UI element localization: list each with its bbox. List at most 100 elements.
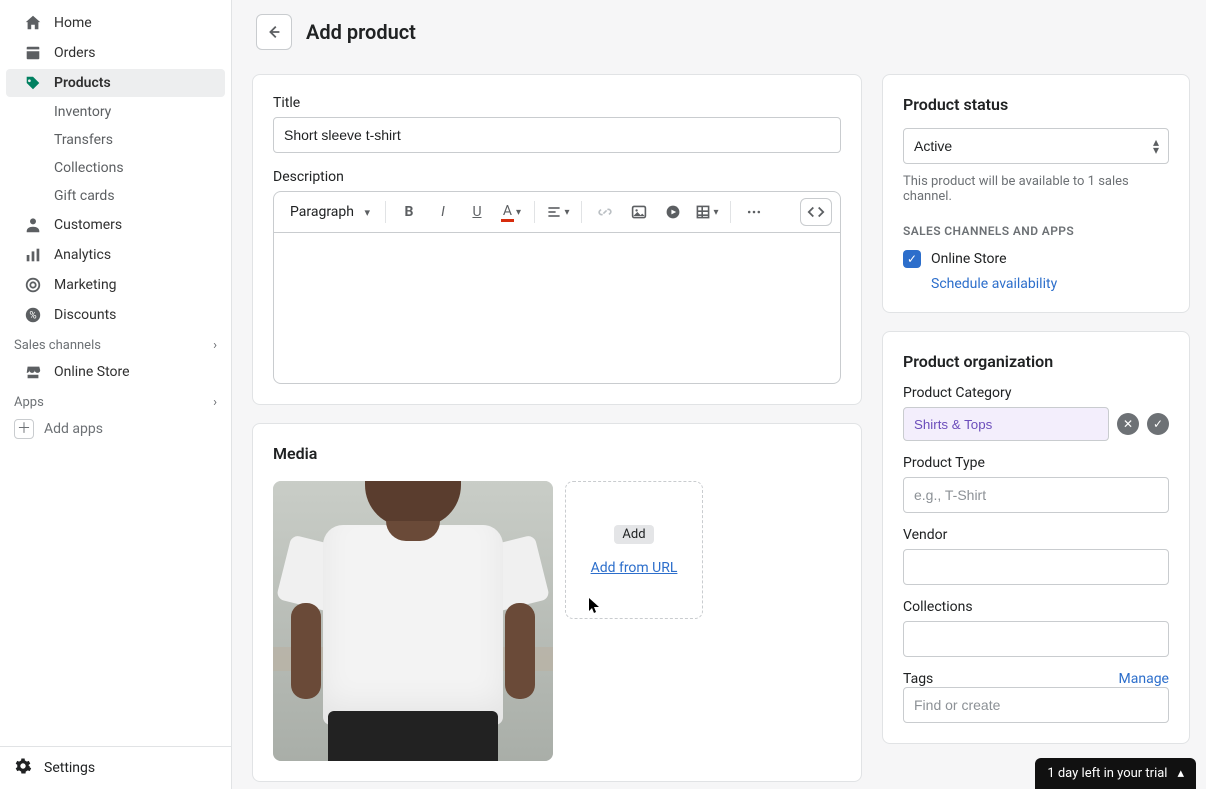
nav-label: Home — [54, 15, 92, 31]
nav-home[interactable]: Home — [6, 9, 225, 37]
nav-sub-collections[interactable]: Collections — [6, 155, 225, 181]
apps-header[interactable]: Apps › — [0, 387, 231, 414]
media-thumbnail[interactable] — [273, 481, 553, 761]
link-icon — [597, 204, 613, 220]
channels-heading: SALES CHANNELS AND APPS — [903, 224, 1169, 238]
add-from-url-link[interactable]: Add from URL — [591, 560, 678, 576]
chevron-up-icon: ▴ — [1177, 766, 1184, 781]
nav-online-store[interactable]: Online Store — [6, 358, 225, 386]
clear-category-button[interactable]: ✕ — [1117, 413, 1139, 435]
trial-toast[interactable]: 1 day left in your trial ▴ — [1035, 758, 1196, 789]
more-button[interactable] — [740, 198, 768, 226]
schedule-availability-link[interactable]: Schedule availability — [931, 276, 1057, 292]
nav-customers[interactable]: Customers — [6, 211, 225, 239]
align-button[interactable]: ▾ — [544, 198, 572, 226]
channel-online-store-row[interactable]: ✓ Online Store — [903, 250, 1169, 268]
marketing-icon — [24, 276, 42, 294]
separator — [581, 201, 582, 223]
status-select[interactable] — [903, 128, 1169, 164]
channel-label: Online Store — [931, 251, 1007, 267]
apps-label: Apps — [14, 395, 44, 410]
plus-icon: ＋ — [14, 419, 34, 439]
sales-channels-label: Sales channels — [14, 338, 101, 353]
code-icon — [807, 205, 825, 219]
category-input[interactable] — [903, 407, 1109, 441]
vendor-label: Vendor — [903, 527, 1169, 543]
add-apps-button[interactable]: ＋ Add apps — [0, 414, 231, 444]
tags-input[interactable] — [903, 687, 1169, 723]
description-label: Description — [273, 169, 841, 185]
confirm-category-button[interactable]: ✓ — [1147, 413, 1169, 435]
sales-channels-header[interactable]: Sales channels › — [0, 330, 231, 357]
back-button[interactable] — [256, 14, 292, 50]
nav-sub-giftcards[interactable]: Gift cards — [6, 183, 225, 209]
gear-icon — [14, 757, 32, 779]
status-heading: Product status — [903, 95, 1169, 114]
chevron-right-icon: › — [213, 395, 217, 410]
products-icon — [24, 74, 42, 92]
vendor-input[interactable] — [903, 549, 1169, 585]
nav-marketing[interactable]: Marketing — [6, 271, 225, 299]
description-editor[interactable] — [273, 232, 841, 384]
table-button[interactable]: ▾ — [693, 198, 721, 226]
collections-label: Collections — [903, 599, 1169, 615]
nav-label: Products — [54, 75, 111, 91]
align-left-icon — [546, 204, 562, 220]
italic-button[interactable]: I — [429, 198, 457, 226]
nav-analytics[interactable]: Analytics — [6, 241, 225, 269]
image-button[interactable] — [625, 198, 653, 226]
nav-discounts[interactable]: % Discounts — [6, 301, 225, 329]
underline-button[interactable]: U — [463, 198, 491, 226]
nav-label: Discounts — [54, 307, 116, 323]
title-label: Title — [273, 95, 841, 111]
org-heading: Product organization — [903, 352, 1169, 371]
link-button[interactable] — [591, 198, 619, 226]
customers-icon — [24, 216, 42, 234]
discounts-icon: % — [24, 306, 42, 324]
bold-button[interactable]: B — [395, 198, 423, 226]
store-icon — [24, 363, 42, 381]
svg-text:%: % — [29, 311, 36, 322]
table-icon — [695, 204, 711, 220]
nav-label: Orders — [54, 45, 96, 61]
nav-sub-transfers[interactable]: Transfers — [6, 127, 225, 153]
page-title: Add product — [306, 20, 416, 44]
more-icon — [746, 204, 762, 220]
chevron-right-icon: › — [213, 338, 217, 353]
nav-orders[interactable]: Orders — [6, 39, 225, 67]
media-card: Media Add — [252, 423, 862, 782]
media-add-dropzone[interactable]: Add Add from URL — [565, 481, 703, 619]
code-view-button[interactable] — [800, 198, 832, 226]
nav-label: Marketing — [54, 277, 117, 293]
add-pill-button[interactable]: Add — [614, 525, 653, 544]
analytics-icon — [24, 246, 42, 264]
collections-input[interactable] — [903, 621, 1169, 657]
nav-sub-inventory[interactable]: Inventory — [6, 99, 225, 125]
main-column: Title Description Paragraph B I U A▾ — [252, 74, 862, 789]
category-label: Product Category — [903, 385, 1169, 401]
editor-toolbar: Paragraph B I U A▾ ▾ — [273, 191, 841, 232]
status-card: Product status ▴▾ This product will be a… — [882, 74, 1190, 313]
nav-label: Analytics — [54, 247, 111, 263]
nav-products[interactable]: Products — [6, 69, 225, 97]
paragraph-dropdown[interactable]: Paragraph — [282, 198, 376, 226]
title-input[interactable] — [273, 117, 841, 153]
trial-toast-text: 1 day left in your trial — [1047, 766, 1167, 781]
separator — [534, 201, 535, 223]
manage-tags-link[interactable]: Manage — [1119, 671, 1169, 687]
arrow-left-icon — [265, 23, 283, 41]
side-column: Product status ▴▾ This product will be a… — [882, 74, 1190, 789]
paragraph-option-label: Paragraph — [290, 204, 354, 220]
settings-label: Settings — [44, 760, 95, 776]
add-apps-label: Add apps — [44, 421, 103, 437]
organization-card: Product organization Product Category ✕ … — [882, 331, 1190, 744]
sidebar: Home Orders Products Inventory Transfers… — [0, 0, 232, 789]
text-color-button[interactable]: A▾ — [497, 198, 525, 226]
orders-icon — [24, 44, 42, 62]
nav-settings[interactable]: Settings — [0, 746, 231, 789]
checkbox-checked-icon: ✓ — [903, 250, 921, 268]
media-heading: Media — [273, 444, 841, 463]
product-type-input[interactable] — [903, 477, 1169, 513]
status-note: This product will be available to 1 sale… — [903, 174, 1169, 204]
video-button[interactable] — [659, 198, 687, 226]
